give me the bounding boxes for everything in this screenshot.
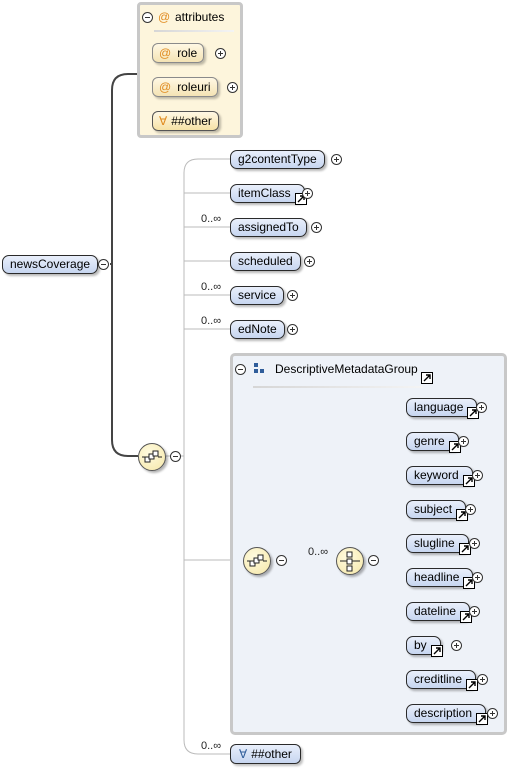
expand-roleuri-icon[interactable] (227, 82, 238, 93)
collapse-attributes-icon[interactable] (142, 12, 153, 23)
collapse-root-icon[interactable] (98, 259, 109, 270)
element-label: subject (414, 502, 453, 516)
element-ednote[interactable]: edNote (230, 320, 285, 339)
choice-compositor (336, 547, 364, 575)
collapse-group-sequence-icon[interactable] (276, 555, 287, 566)
element-label: keyword (414, 468, 459, 482)
element-service[interactable]: service (230, 286, 285, 305)
group-name: DescriptiveMetadataGroup (275, 362, 418, 376)
expand-g2contenttype-icon[interactable] (331, 154, 342, 165)
element-label: by (414, 638, 427, 652)
root-element-label: newsCoverage (10, 257, 91, 271)
occurrence-label: 0..∞ (201, 281, 222, 293)
sequence-icon (247, 554, 267, 567)
expand-headline-icon[interactable] (472, 572, 483, 583)
expand-scheduled-icon[interactable] (304, 256, 315, 267)
element-itemclass[interactable]: itemClass (230, 184, 307, 205)
root-element-newscoverage[interactable]: newsCoverage (2, 255, 99, 274)
element-label: headline (414, 570, 460, 584)
element-slugline[interactable]: slugline (406, 534, 471, 555)
element-label: scheduled (238, 254, 293, 268)
element-label: description (414, 706, 473, 720)
element-label: assignedTo (238, 220, 299, 234)
choice-occurrence-label: 0..∞ (308, 546, 329, 558)
occurrence-label: 0..∞ (201, 315, 222, 327)
attribute-icon: @ (159, 46, 172, 60)
expand-genre-icon[interactable] (458, 436, 469, 447)
expand-creditline-icon[interactable] (477, 674, 488, 685)
choice-icon (340, 551, 360, 572)
occurrence-label: 0..∞ (201, 213, 222, 225)
group-separator (253, 386, 423, 388)
other-occurrence-label: 0..∞ (201, 740, 222, 752)
reference-arrow-icon (430, 645, 443, 657)
attribute-icon: @ (159, 80, 172, 94)
element-label: itemClass (238, 186, 291, 200)
attribute-label: role (177, 46, 198, 60)
expand-slugline-icon[interactable] (469, 538, 480, 549)
attributes-panel: @ attributes @ role @ roleuri ∀ ##other (137, 2, 243, 138)
attribute-any-other[interactable]: ∀ ##other (152, 111, 219, 131)
element-label: slugline (414, 536, 455, 550)
expand-service-icon[interactable] (287, 290, 298, 301)
element-label: genre (414, 434, 445, 448)
element-description[interactable]: description (406, 704, 489, 725)
attribute-at-icon: @ (158, 10, 171, 24)
sequence-icon (142, 450, 162, 463)
expand-ednote-icon[interactable] (287, 324, 298, 335)
attribute-role[interactable]: @ role (152, 43, 205, 63)
element-any-other[interactable]: ∀ ##other (230, 744, 301, 764)
expand-itemclass-icon[interactable] (302, 188, 313, 199)
element-label: dateline (414, 604, 457, 618)
collapse-sequence-icon[interactable] (170, 451, 181, 462)
element-genre[interactable]: genre (406, 432, 461, 453)
collapse-group-icon[interactable] (235, 364, 246, 375)
element-dateline[interactable]: dateline (406, 602, 473, 623)
element-subject[interactable]: subject (406, 500, 469, 521)
element-assignedto[interactable]: assignedTo (230, 218, 307, 237)
expand-language-icon[interactable] (476, 402, 487, 413)
element-label: service (238, 288, 277, 302)
element-language[interactable]: language (406, 398, 480, 419)
element-g2contenttype[interactable]: g2contentType (230, 150, 325, 169)
any-attribute-icon: ∀ (159, 114, 168, 128)
any-element-label: ##other (251, 747, 292, 761)
attribute-label: roleuri (177, 80, 211, 94)
element-scheduled[interactable]: scheduled (230, 252, 301, 271)
expand-by-icon[interactable] (451, 640, 462, 651)
element-creditline[interactable]: creditline (406, 670, 479, 691)
element-headline[interactable]: headline (406, 568, 476, 589)
sequence-compositor (138, 443, 166, 471)
expand-keyword-icon[interactable] (472, 470, 483, 481)
any-element-icon: ∀ (239, 747, 248, 761)
element-by[interactable]: by (406, 636, 443, 657)
group-sequence-compositor (243, 547, 271, 575)
attributes-header: attributes (175, 10, 225, 24)
expand-dateline-icon[interactable] (469, 606, 480, 617)
attribute-roleuri[interactable]: @ roleuri (152, 77, 218, 97)
element-keyword[interactable]: keyword (406, 466, 475, 487)
expand-subject-icon[interactable] (465, 504, 476, 515)
group-reference-arrow-icon (421, 372, 433, 384)
expand-role-icon[interactable] (215, 48, 226, 59)
expand-assignedto-icon[interactable] (311, 222, 322, 233)
element-label: language (414, 400, 464, 414)
element-label: edNote (238, 322, 277, 336)
group-icon (254, 363, 264, 373)
expand-description-icon[interactable] (487, 708, 498, 719)
any-attribute-label: ##other (171, 114, 212, 128)
element-label: g2contentType (238, 152, 317, 166)
collapse-choice-icon[interactable] (368, 555, 379, 566)
attributes-separator (154, 30, 234, 32)
element-label: creditline (414, 672, 463, 686)
